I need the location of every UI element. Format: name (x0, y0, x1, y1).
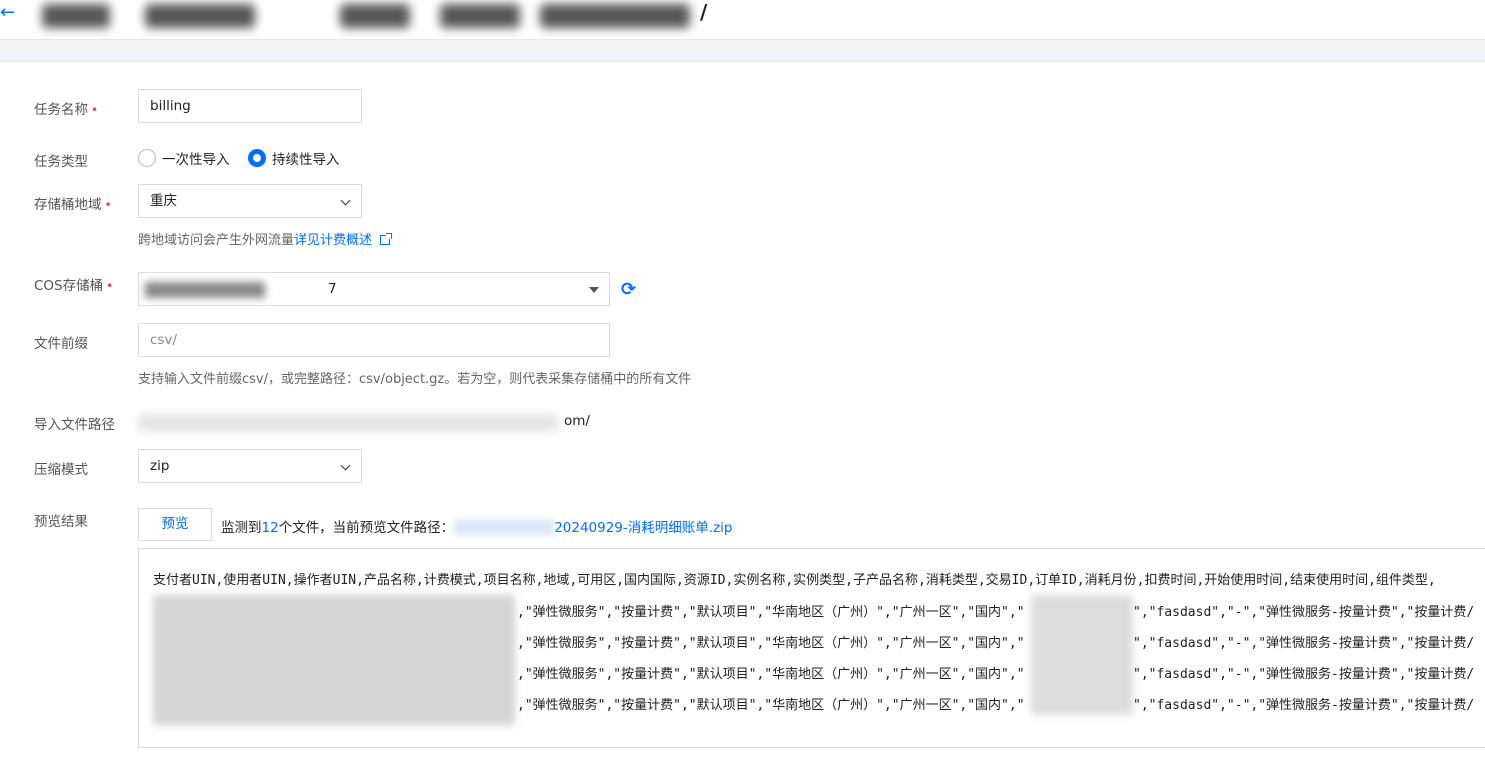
preview-label: 预览结果 (34, 514, 88, 530)
prefix-label: 文件前缀 (34, 336, 88, 352)
redacted-title (540, 4, 690, 28)
result-row-tail: ","fasdasd","-","弹性微服务-按量计费","按量计费/ (1133, 698, 1475, 713)
header-band (0, 40, 1485, 62)
region-hint: 跨地域访问会产生外网流量详见计费概述 (138, 229, 393, 248)
result-header-line: 支付者UIN,使用者UIN,操作者UIN,产品名称,计费模式,项目名称,地域,可… (153, 573, 1436, 588)
task-type-label: 任务类型 (34, 154, 88, 170)
chevron-down-icon (340, 460, 351, 471)
refresh-icon[interactable]: ⟳ (621, 279, 636, 300)
compression-select[interactable]: zip (138, 449, 362, 483)
result-row-tail: ","fasdasd","-","弹性微服务-按量计费","按量计费/ (1133, 667, 1475, 682)
result-row: ,"弹性微服务","按量计费","默认项目","华南地区（广州）","广州一区"… (517, 698, 1025, 713)
top-bar: ← / (0, 0, 1485, 40)
preview-button[interactable]: 预览 (138, 508, 212, 541)
preview-info: 监测到12个文件，当前预览文件路径： 20240929-消耗明细账单.zip (221, 519, 733, 536)
dropdown-triangle-icon (589, 287, 599, 293)
redacted-uin-columns (153, 595, 515, 725)
external-link-icon[interactable] (380, 233, 393, 245)
preview-result-box[interactable]: 支付者UIN,使用者UIN,操作者UIN,产品名称,计费模式,项目名称,地域,可… (138, 548, 1485, 748)
redacted-title (42, 4, 110, 28)
bucket-label: COS存储桶 • (34, 278, 114, 294)
redacted-file-path (454, 519, 555, 535)
redacted-title (440, 4, 520, 28)
region-select[interactable]: 重庆 (138, 184, 362, 218)
preview-file-path[interactable]: 20240929-消耗明细账单.zip (554, 520, 732, 536)
radio-one-time[interactable]: 一次性导入 (138, 148, 230, 168)
redacted-resource-ids (1031, 595, 1133, 715)
bucket-select[interactable]: 7 (138, 272, 610, 306)
region-label: 存储桶地域 • (34, 197, 112, 213)
redacted-bucket-name (145, 282, 265, 298)
radio-checked-icon[interactable] (248, 149, 266, 167)
result-row: ,"弹性微服务","按量计费","默认项目","华南地区（广州）","广州一区"… (517, 636, 1025, 651)
chevron-down-icon (340, 195, 351, 206)
billing-overview-link[interactable]: 详见计费概述 (294, 233, 372, 248)
import-path-label: 导入文件路径 (34, 417, 115, 433)
result-row: ,"弹性微服务","按量计费","默认项目","华南地区（广州）","广州一区"… (517, 605, 1025, 620)
task-name-label: 任务名称 • (34, 102, 99, 118)
radio-continuous[interactable]: 持续性导入 (248, 148, 340, 168)
redacted-title (340, 4, 410, 28)
prefix-input[interactable]: csv/ (138, 323, 610, 357)
result-row: ,"弹性微服务","按量计费","默认项目","华南地区（广州）","广州一区"… (517, 667, 1025, 682)
page-title-tail: / (700, 0, 708, 24)
task-name-input[interactable]: billing (138, 89, 362, 123)
redacted-import-path (138, 414, 558, 432)
result-row-tail: ","fasdasd","-","弹性微服务-按量计费","按量计费/ (1133, 636, 1475, 651)
compression-label: 压缩模式 (34, 462, 88, 478)
import-path-value: om/ (564, 413, 590, 429)
redacted-title (145, 4, 255, 28)
file-count: 12 (261, 520, 279, 536)
radio-circle-icon[interactable] (138, 149, 156, 167)
result-row-tail: ","fasdasd","-","弹性微服务-按量计费","按量计费/ (1133, 605, 1475, 620)
prefix-hint: 支持输入文件前缀csv/，或完整路径：csv/object.gz。若为空，则代表… (138, 372, 692, 387)
back-arrow-icon[interactable]: ← (0, 2, 15, 24)
